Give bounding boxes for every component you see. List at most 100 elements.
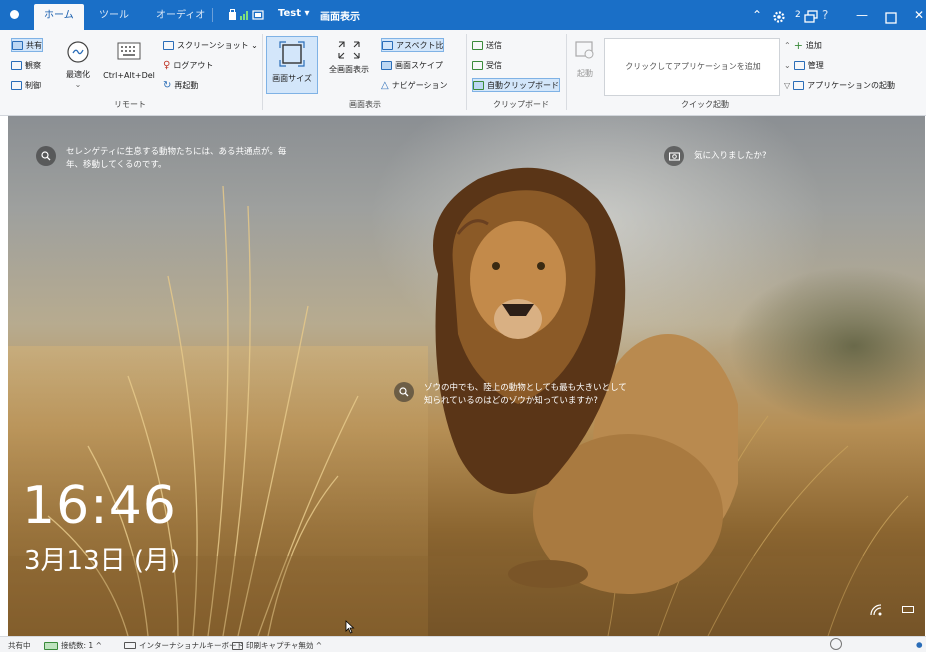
clipboard-send-icon (472, 40, 483, 50)
close-icon[interactable]: ✕ (914, 6, 924, 24)
print-capture[interactable]: 印刷キャプチャ無効 ^ (232, 640, 322, 651)
clipboard-receive-icon (472, 60, 483, 70)
tab-audio[interactable]: オーディオ (146, 4, 215, 30)
share-button[interactable]: 共有 (11, 38, 43, 52)
camera-icon (163, 40, 174, 50)
lockscreen-time: 16:46 (22, 476, 177, 536)
minimize-icon[interactable]: — (856, 6, 868, 24)
scale-button[interactable]: 画面スケイプ (381, 58, 443, 72)
clipboard-receive-label: 受信 (486, 60, 502, 70)
clipboard-send-button[interactable]: 送信 (472, 38, 502, 52)
title-bar: ホーム ツール オーディオ Test ▾ 画面表示 ⌃ 2 ? — ✕ (0, 0, 926, 30)
sharing-status: 共有中 (8, 641, 31, 650)
settings-gear-icon[interactable] (772, 8, 786, 26)
remote-screen[interactable]: セレンゲティに生息する動物たちには、ある共通点が。毎年、移動してくるのです。 気… (8, 116, 925, 636)
navigation-button[interactable]: △ ナビゲーション (381, 78, 448, 92)
tab-home[interactable]: ホーム (34, 4, 84, 30)
printer-icon (232, 641, 243, 650)
lion-image (433, 167, 738, 594)
keyboard-icon (124, 642, 136, 649)
navigation-label: ナビゲーション (391, 80, 448, 90)
group-label-display: 画面表示 (349, 100, 381, 109)
scale-icon (381, 60, 392, 70)
spotlight-tip-text: ゾウの中でも、陸上の動物としても最も大きいとして知られているのはどのゾウか知って… (424, 383, 627, 406)
fullscreen-label: 全画面表示 (329, 65, 369, 74)
control-button[interactable]: 制御 (11, 78, 41, 92)
connections-count[interactable]: 接続数: 1 ^ (44, 640, 102, 651)
screenshot-button[interactable]: スクリーンショット ⌄ (163, 38, 258, 52)
session-name[interactable]: Test ▾ (278, 8, 310, 19)
spotlight-tip[interactable]: セレンゲティに生息する動物たちには、ある共通点が。毎年、移動してくるのです。 (36, 146, 296, 172)
screen-size-button[interactable]: 画面サイズ (266, 36, 318, 94)
battery-icon (902, 606, 914, 613)
connections-label: 接続数: 1 ^ (61, 641, 102, 650)
auto-clipboard-icon (473, 80, 484, 90)
ribbon-toolbar: 共有 観察 制御 最適化 ⌄ Ctrl+Alt+Del スクリーンショット ⌄ … (0, 30, 926, 116)
clipboard-send-label: 送信 (486, 40, 502, 50)
optimize-icon (67, 41, 89, 63)
fullscreen-button[interactable]: 全画面表示 (322, 38, 376, 75)
screen-size-label: 画面サイズ (272, 74, 312, 83)
print-capture-label: 印刷キャプチャ無効 ^ (246, 641, 323, 650)
screenshot-label: スクリーンショット ⌄ (177, 40, 258, 50)
chevron-down-icon: ⌄ (74, 80, 82, 89)
quick-manage-button[interactable]: ⌄ 管理 (784, 58, 824, 72)
search-icon (36, 146, 56, 166)
status-indicator-icon: ● (916, 640, 923, 649)
search-icon (394, 382, 414, 402)
group-separator (262, 34, 263, 110)
aspect-ratio-label: アスペクト比 (396, 40, 444, 50)
quick-launch-box[interactable]: クリックしてアプリケーションを追加 (604, 38, 780, 96)
logout-button[interactable]: ♀ ログアウト (163, 58, 213, 72)
ctrl-alt-del-button[interactable]: Ctrl+Alt+Del (101, 40, 157, 80)
ctrl-alt-del-label: Ctrl+Alt+Del (103, 71, 155, 80)
network-icon (870, 604, 882, 616)
launch-label: 起動 (577, 69, 593, 78)
restart-button[interactable]: ↻ 再起動 (163, 78, 198, 92)
observe-button[interactable]: 観察 (11, 58, 41, 72)
like-prompt[interactable]: 気に入りましたか? (664, 146, 864, 166)
maximize-icon[interactable] (885, 9, 897, 27)
auto-clipboard-label: 自動クリップボード (487, 80, 559, 90)
aspect-ratio-button[interactable]: アスペクト比 (381, 38, 445, 52)
fullscreen-icon (338, 41, 360, 59)
group-label-clipboard: クリップボード (493, 100, 549, 109)
add-icon: + (793, 38, 803, 52)
app-menu-icon[interactable] (10, 10, 19, 19)
optimize-button[interactable]: 最適化 ⌄ (58, 40, 98, 89)
spotlight-tip[interactable]: ゾウの中でも、陸上の動物としても最も大きいとして知られているのはどのゾウか知って… (394, 382, 634, 408)
user-icon: ♀ (163, 59, 171, 71)
sessions-icon[interactable] (804, 8, 818, 26)
group-separator (466, 34, 467, 110)
launch-icon (575, 41, 594, 59)
app-launch-button[interactable]: ▽ アプリケーションの起動 (784, 78, 895, 92)
keyboard-layout[interactable]: インターナショナルキーボード (124, 640, 244, 651)
aspect-ratio-icon (382, 40, 393, 50)
screen-size-icon (279, 41, 305, 67)
connections-icon (44, 641, 58, 650)
quick-add-button[interactable]: ⌃ + 追加 (784, 38, 822, 52)
like-prompt-text: 気に入りましたか? (694, 151, 767, 161)
clipboard-receive-button[interactable]: 受信 (472, 58, 502, 72)
page-title: 画面表示 (320, 12, 360, 23)
group-label-remote: リモート (114, 100, 146, 109)
restart-icon: ↻ (163, 79, 172, 91)
control-label: 制御 (25, 80, 41, 90)
auto-clipboard-button[interactable]: 自動クリップボード (472, 78, 560, 92)
camera-icon (664, 146, 684, 166)
monitor-icon (11, 80, 22, 90)
scale-label: 画面スケイプ (395, 60, 443, 70)
group-separator (566, 34, 567, 110)
quick-add-label: 追加 (805, 40, 822, 50)
help-icon[interactable]: ? (822, 6, 828, 24)
keyboard-icon (117, 42, 141, 60)
performance-gauge-icon[interactable] (830, 638, 842, 650)
manage-icon (793, 60, 805, 70)
navigation-icon: △ (381, 79, 389, 91)
monitor-icon (11, 60, 22, 70)
logout-label: ログアウト (173, 60, 214, 70)
tab-tools[interactable]: ツール (89, 4, 139, 30)
launch-button[interactable]: 起動 (572, 40, 598, 79)
collapse-ribbon-icon[interactable]: ⌃ (752, 6, 762, 24)
optimize-label: 最適化 (66, 70, 90, 79)
